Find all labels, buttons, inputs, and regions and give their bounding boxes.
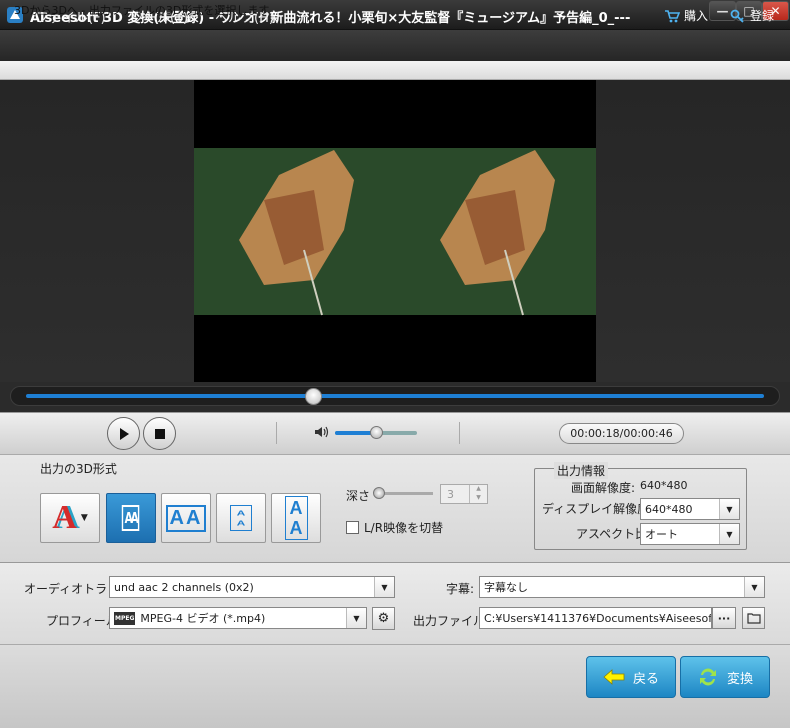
stepper-down-icon[interactable]: ▼ [469,494,487,503]
key-icon [730,9,744,23]
video-frame-image [194,148,596,316]
convert-label: 変換 [726,671,753,687]
stepper-up-icon[interactable]: ▲ [469,485,487,494]
output-info-title: 出力情報 [554,462,609,479]
depth-handle[interactable] [373,487,385,499]
chevron-down-icon[interactable]: ▼ [81,513,88,523]
convert-refresh-icon [699,668,716,686]
anaglyph-icon: A [52,499,77,536]
format-section-label: 出力の3D形式 [40,462,117,476]
swap-lr-checkbox[interactable] [346,521,359,534]
chevron-down-icon: ▼ [719,524,739,544]
volume-handle[interactable] [370,426,383,439]
chevron-down-icon: ▼ [374,577,394,597]
buy-label: 購入 [684,9,709,23]
output-file-input[interactable]: C:¥Users¥1411376¥Documents¥Aiseesoft St [479,607,712,629]
top-bottom-full-icon: A A [284,496,308,540]
volume-icon[interactable] [314,425,330,439]
format-top-bottom-full-button[interactable]: A A [271,493,321,543]
divider [276,422,277,444]
step-bar [0,61,790,80]
register-label: 登録 [750,9,775,23]
chevron-down-icon: ▼ [744,577,764,597]
profile-select[interactable]: MPEG MPEG-4 ビデオ (*.mp4) ▼ [109,607,367,629]
format-anaglyph-button[interactable]: A ▼ [40,493,100,543]
audio-track-select[interactable]: und aac 2 channels (0x2) ▼ [109,576,395,598]
format-top-bottom-half-button[interactable]: A A [216,493,266,543]
divider [459,422,460,444]
swap-lr-label: L/R映像を切替 [364,521,444,535]
audio-track-value: und aac 2 channels (0x2) [114,580,254,594]
back-button[interactable]: 戻る [586,656,676,698]
time-display: 00:00:18/00:00:46 [559,423,684,444]
menu-bar [0,30,790,61]
display-resolution-label: ディスプレイ解像度: [542,502,654,516]
gear-icon: ⚙ [377,611,390,626]
seek-track-fill [26,394,764,398]
play-button[interactable] [107,417,140,450]
side-by-side-full-icon: AA [165,504,207,532]
aspect-ratio-select[interactable]: オート ▼ [640,523,740,545]
convert-button[interactable]: 変換 [680,656,770,698]
step-description: 3Dから3Dへ - 出力ファイルの3D形式を選択します [14,4,270,17]
depth-stepper[interactable]: 3 ▲ ▼ [440,484,488,504]
open-folder-button[interactable] [742,607,765,629]
format-side-by-side-full-button[interactable]: AA [161,493,211,543]
settings-panel [0,562,790,644]
arrow-left-icon [603,669,625,685]
resolution-label: 画面解像度: [571,481,636,495]
back-label: 戻る [632,671,659,687]
browse-button[interactable]: ··· [712,607,736,629]
depth-label: 深さ [346,489,371,503]
buy-link[interactable]: 購入 [664,7,708,24]
subtitle-label: 字幕: [446,582,475,596]
output-file-label: 出力ファイル: [413,614,490,628]
video-preview [194,80,596,382]
seek-handle[interactable] [304,388,322,405]
mpeg-icon: MPEG [114,611,136,625]
output-file-path: C:¥Users¥1411376¥Documents¥Aiseesoft St [484,611,712,625]
chevron-down-icon: ▼ [719,499,739,519]
subtitle-value: 字幕なし [484,581,528,594]
stop-icon [154,428,165,439]
depth-value: 3 [447,488,454,501]
top-bottom-half-icon: A A [229,505,253,531]
display-resolution-value: 640*480 [645,502,693,516]
cart-icon [665,9,680,22]
chevron-down-icon: ▼ [346,608,366,628]
resolution-value: 640*480 [640,479,688,492]
stop-button[interactable] [143,417,176,450]
profile-settings-button[interactable]: ⚙ [372,607,395,630]
display-resolution-select[interactable]: 640*480 ▼ [640,498,740,520]
register-link[interactable]: 登録 [730,7,774,24]
profile-value: MPEG-4 ビデオ (*.mp4) [140,612,266,625]
aspect-ratio-value: オート [645,528,678,541]
subtitle-select[interactable]: 字幕なし ▼ [479,576,765,598]
format-side-by-side-half-button[interactable]: AA [106,493,156,543]
play-icon [119,427,129,440]
folder-icon [746,613,761,624]
side-by-side-half-icon: AA [122,505,140,531]
